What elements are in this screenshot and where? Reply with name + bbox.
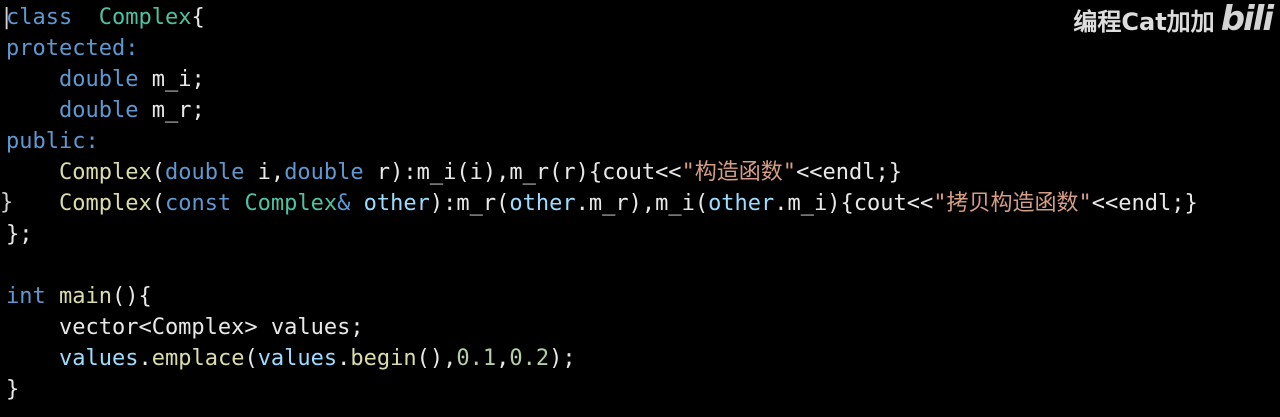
code-token-fn: emplace (151, 346, 245, 371)
code-token-plain: . (337, 346, 351, 371)
code-token-fn: main (59, 284, 112, 309)
code-token-kw: double (58, 98, 139, 123)
code-token-plain: } (6, 377, 20, 402)
code-token-plain: vector<Complex> values; (6, 315, 364, 340)
code-line: } (6, 374, 1198, 405)
code-line: public: (6, 126, 1198, 157)
code-token-ty: Complex (244, 191, 338, 216)
code-token-plain: (){ (111, 284, 152, 309)
code-token-plain: <<endl;} (1091, 191, 1198, 216)
code-token-plain: , (496, 346, 510, 371)
code-token-punct: ( (151, 160, 165, 185)
code-token-par: values (58, 346, 139, 371)
code-line: double m_r; (6, 95, 1198, 126)
code-line: protected: (6, 33, 1198, 64)
code-token-kw: public: (6, 129, 99, 154)
code-token-punct: ( (151, 191, 165, 216)
code-token-plain: (), (416, 346, 457, 371)
code-token-kw: double (58, 67, 139, 92)
code-token-plain: m_r; (138, 98, 205, 123)
code-token-par: other (509, 191, 576, 216)
code-line: Complex(double i,double r):m_i(i),m_r(r)… (6, 157, 1198, 188)
code-line: vector<Complex> values; (6, 312, 1198, 343)
code-token-str: "构造函数" (681, 160, 797, 185)
code-token-plain: ):m_r( (429, 191, 510, 216)
code-token-kw: protected: (6, 36, 139, 61)
code-line: }; (6, 219, 1198, 250)
code-token-kw: class (6, 5, 73, 30)
editor-screen: { "watermark": { "channel_name": "编程Cat加… (0, 0, 1280, 417)
code-token-kw: double (164, 160, 245, 185)
code-line: double m_i; (6, 64, 1198, 95)
code-token-par: values (257, 346, 338, 371)
code-token-plain: ( (244, 346, 258, 371)
code-token-plain: m_i; (138, 67, 205, 92)
gutter-fold-mark-icon: } (0, 190, 14, 215)
code-line: int main(){ (6, 281, 1198, 312)
bilibili-logo-icon: bili (1220, 0, 1274, 39)
code-line: class Complex{ (6, 2, 1198, 33)
code-token-fn: begin (350, 346, 417, 371)
code-token-ty: Complex (98, 5, 192, 30)
code-token-fn: Complex (58, 191, 152, 216)
code-editor-text[interactable]: class Complex{protected: double m_i; dou… (6, 2, 1198, 405)
code-token-fn: Complex (58, 160, 152, 185)
code-token-num: 0.1 (456, 346, 497, 371)
code-token-plain: r):m_i(i),m_r(r){cout<< (363, 160, 682, 185)
code-token-kw: const (164, 191, 232, 216)
code-token-plain: }; (6, 222, 33, 247)
code-token-str: "拷贝构造函数" (933, 191, 1092, 216)
code-token-kw: double (284, 160, 364, 185)
code-token-plain: .m_r),m_i( (575, 191, 709, 216)
code-token-par: other (363, 191, 430, 216)
code-token-kw: int (6, 284, 46, 309)
code-line: values.emplace(values.begin(),0.1,0.2); (6, 343, 1198, 374)
code-token-par: other (708, 191, 775, 216)
code-token-kw: & (337, 191, 351, 216)
code-token-num: 0.2 (509, 346, 550, 371)
gutter-bracket-mark-icon: | (0, 5, 14, 30)
code-token-plain: i, (244, 160, 285, 185)
code-token-plain: <<endl;} (796, 160, 903, 185)
code-line: Complex(const Complex& other):m_r(other.… (6, 188, 1198, 219)
code-token-punct: { (191, 5, 205, 30)
code-token-plain: . (138, 346, 152, 371)
code-token-plain: ); (549, 346, 576, 371)
code-token-plain: .m_i){cout<< (774, 191, 934, 216)
